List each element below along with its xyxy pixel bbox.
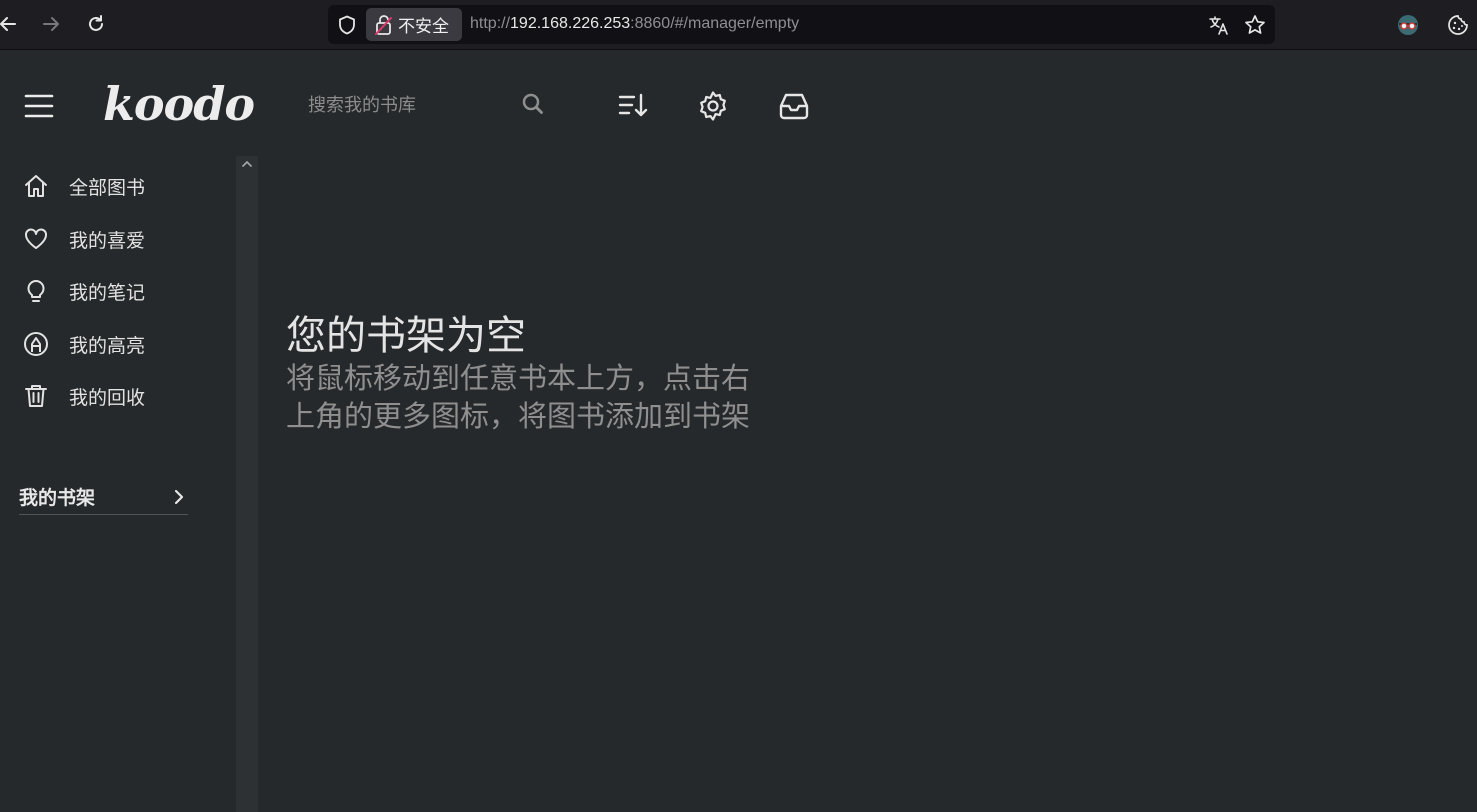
translate-icon[interactable] [1208,14,1230,36]
search-icon [522,93,543,114]
library-search-input[interactable] [292,87,554,123]
url-prefix: http:// [470,15,511,32]
settings-button[interactable] [696,89,730,123]
extension-avatar-icon[interactable] [1396,13,1420,37]
heart-icon [22,225,50,253]
sidebar-item-label: 全部图书 [69,176,146,199]
sidebar-item-label: 我的笔记 [69,281,146,304]
highlighter-icon [22,330,50,358]
inbox-icon [779,93,809,120]
bookmark-star-icon[interactable] [1244,14,1266,36]
sidebar-item-label: 我的高亮 [69,334,146,357]
sort-button[interactable] [616,89,650,123]
sidebar: 全部图书 我的喜爱 我的笔记 我的高亮 我的回收 我的书架 [0,156,236,812]
bookshelf-section-toggle[interactable]: 我的书架 [19,479,188,515]
url-path: :8860/#/manager/empty [630,15,800,32]
reload-icon [89,15,103,31]
import-inbox-button[interactable] [777,89,811,123]
insecure-lock-icon [375,14,392,35]
menu-toggle-button[interactable] [24,92,54,120]
empty-state-title: 您的书架为空 [286,313,526,359]
back-button[interactable] [0,10,22,38]
trash-icon [22,382,50,410]
bookshelf-label: 我的书架 [19,487,96,509]
koodo-app: koodo 全部图书 [0,51,1477,812]
chevron-up-icon [242,160,252,167]
sidebar-item-highlights[interactable]: 我的高亮 [22,327,212,361]
sidebar-scrollbar[interactable] [236,156,258,812]
sidebar-item-label: 我的喜爱 [69,229,146,252]
chevron-right-icon [174,489,184,504]
back-icon [0,17,16,31]
security-label: 不安全 [398,17,449,37]
forward-icon [43,17,59,31]
address-bar[interactable]: 不安全 http://192.168.226.253:8860/#/manage… [328,5,1275,44]
menu-icon [24,94,54,118]
reload-button[interactable] [82,10,110,38]
sidebar-item-all-books[interactable]: 全部图书 [22,169,212,203]
sidebar-item-trash[interactable]: 我的回收 [22,379,212,413]
forward-button[interactable] [37,10,65,38]
empty-state-line-2: 上角的更多图标，将图书添加到书架 [286,399,751,433]
sidebar-item-label: 我的回收 [69,386,146,409]
search-button[interactable] [520,91,546,117]
url-host: 192.168.226.253 [510,15,631,32]
cookie-icon[interactable] [1446,13,1470,37]
url-text[interactable]: http://192.168.226.253:8860/#/manager/em… [470,15,799,33]
sidebar-item-notes[interactable]: 我的笔记 [22,274,212,308]
browser-toolbar: 不安全 http://192.168.226.253:8860/#/manage… [0,0,1477,50]
shield-icon[interactable] [336,14,358,36]
bulb-icon [22,277,50,305]
empty-state-description: 将鼠标移动到任意书本上方，点击右 上角的更多图标，将图书添加到书架 [286,359,786,435]
scroll-up-button[interactable] [240,156,254,172]
empty-state-line-1: 将鼠标移动到任意书本上方，点击右 [286,361,751,395]
home-icon [22,172,50,200]
settings-icon [700,91,726,121]
app-logo[interactable]: koodo [103,77,255,131]
sidebar-item-favorites[interactable]: 我的喜爱 [22,222,212,256]
sort-icon [618,93,648,117]
site-security-chip[interactable]: 不安全 [366,8,462,41]
